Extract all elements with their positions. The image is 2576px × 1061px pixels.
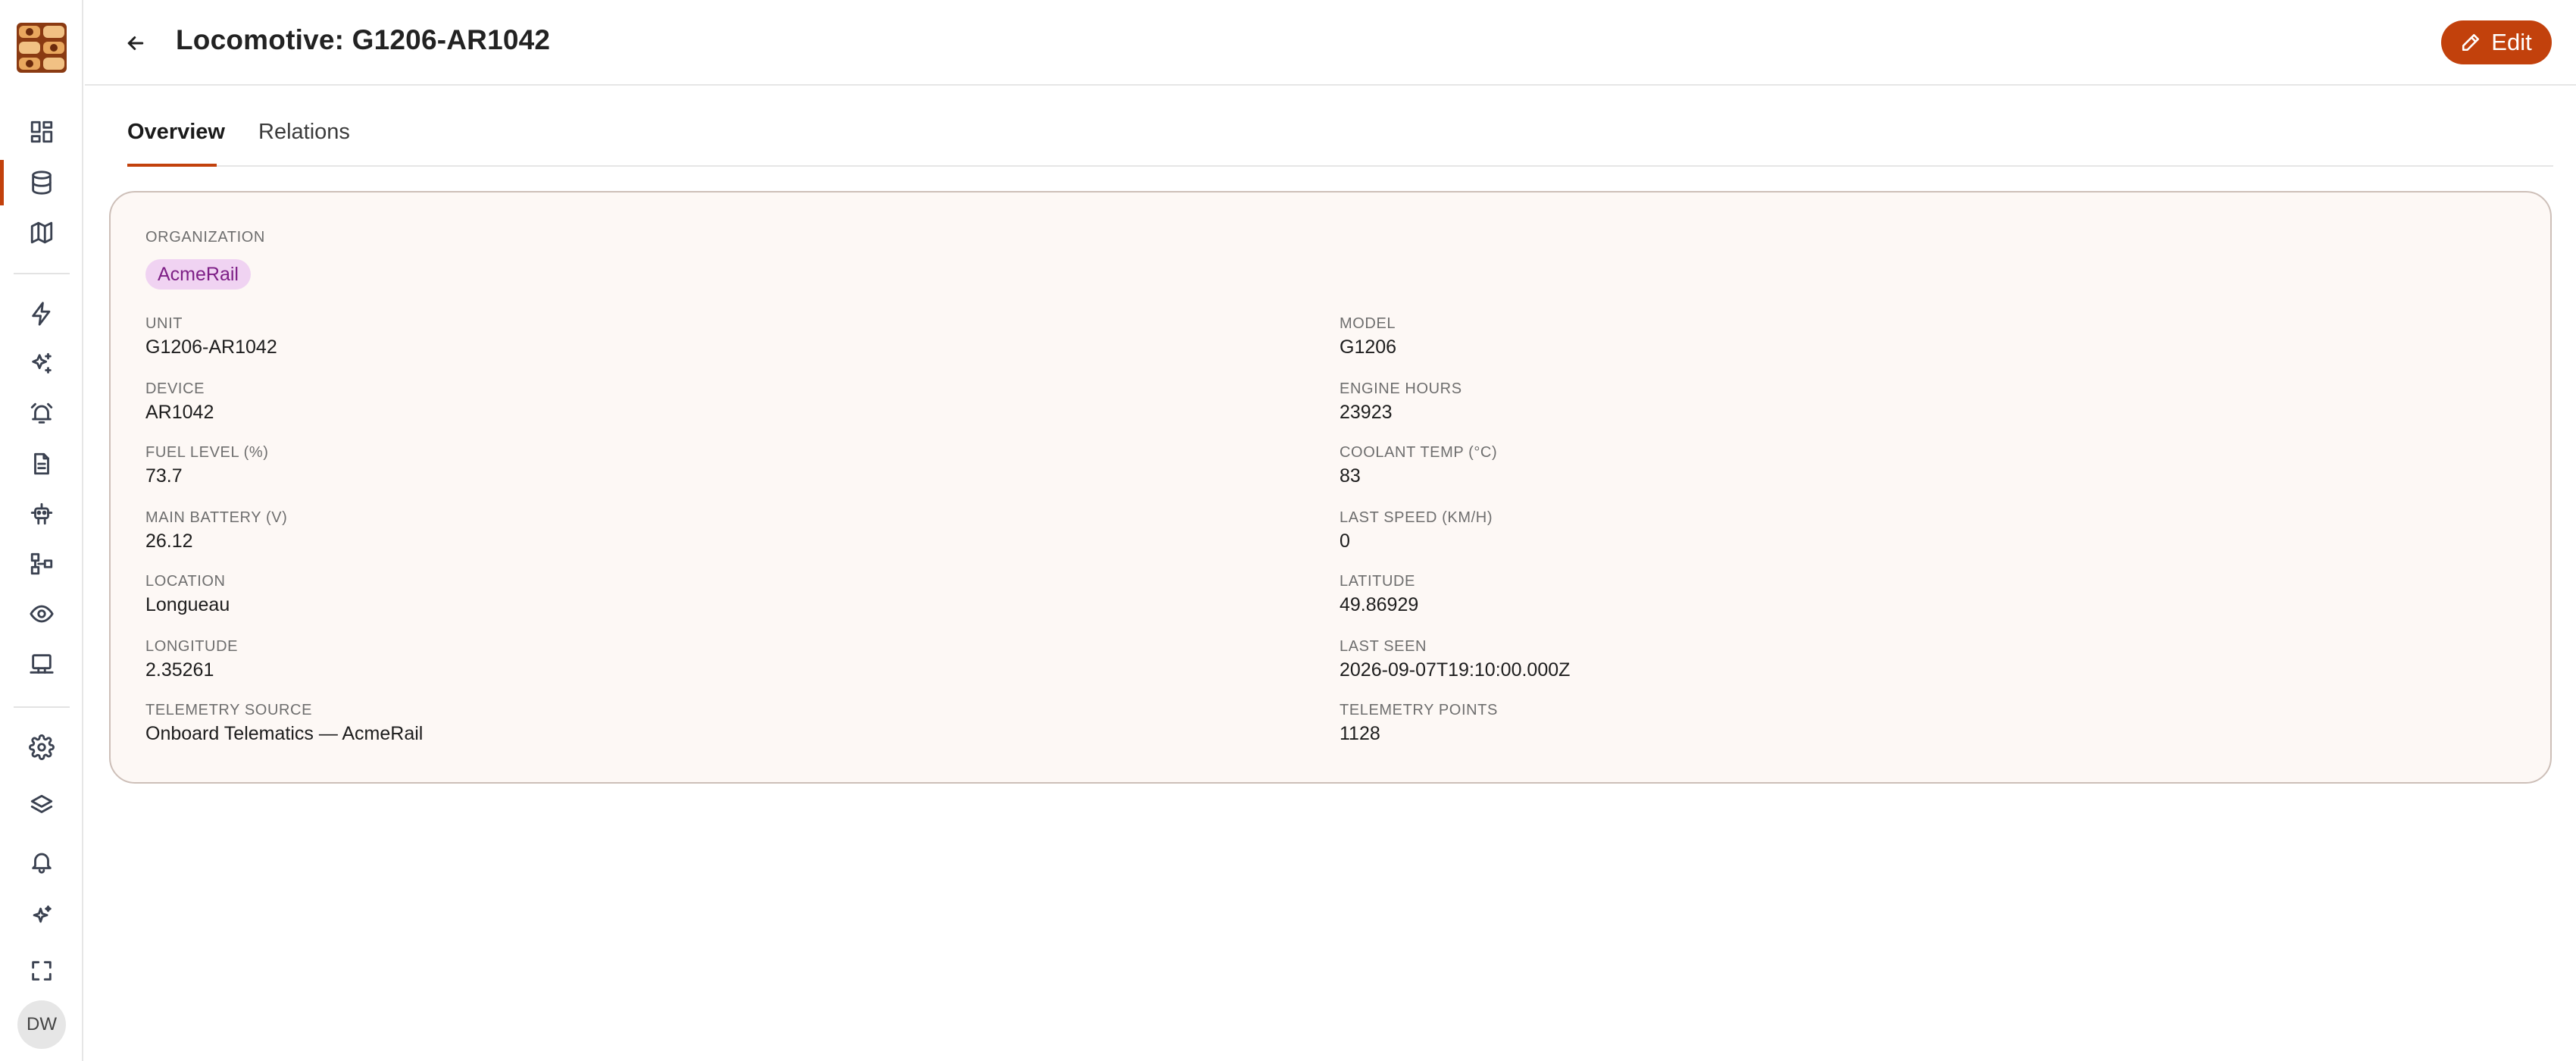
main-battery-value: 26.12 [145,530,193,552]
location-value: Longueau [145,594,230,615]
edit-button-label: Edit [2491,29,2532,55]
overview-card: ORGANIZATION AcmeRail UNIT G1206-AR1042 … [109,191,2552,784]
pencil-icon [2462,33,2480,52]
terminal-icon[interactable] [27,649,57,679]
active-nav-indicator [0,160,4,205]
last-speed-label: LAST SPEED (KM/H) [1340,509,1493,526]
bell-icon[interactable] [27,847,57,877]
last-seen-value: 2026-09-07T19:10:00.000Z [1340,659,1571,681]
organization-chip[interactable]: AcmeRail [145,259,251,290]
engine-hours-label: ENGINE HOURS [1340,380,1462,397]
layers-icon[interactable] [27,790,57,821]
longitude-label: LONGITUDE [145,638,239,655]
latitude-label: LATITUDE [1340,573,1415,590]
map-icon[interactable] [27,218,57,248]
model-value: G1206 [1340,336,1397,358]
active-tab-underline [127,164,217,167]
coolant-temp-label: COOLANT TEMP (°C) [1340,444,1498,461]
device-value: AR1042 [145,402,214,423]
document-icon[interactable] [27,449,57,479]
dashboard-icon[interactable] [27,117,57,147]
main-battery-label: MAIN BATTERY (V) [145,509,288,526]
avatar[interactable]: DW [17,1000,66,1049]
sparkles-icon[interactable] [27,349,57,379]
last-seen-label: LAST SEEN [1340,638,1427,655]
arrow-left-icon [127,36,144,50]
gear-icon[interactable] [27,732,57,762]
location-label: LOCATION [145,573,226,590]
sidebar-divider [14,706,70,708]
workflow-icon[interactable] [27,549,57,579]
coolant-temp-value: 83 [1340,465,1361,487]
engine-hours-value: 23923 [1340,402,1393,423]
telemetry-source-value: Onboard Telematics — AcmeRail [145,723,424,744]
page-header: Locomotive: G1206-AR1042 Edit [85,0,2576,86]
app-logo[interactable] [17,23,67,73]
tab-bar: Overview Relations [127,106,2553,167]
page-title: Locomotive: G1206-AR1042 [176,24,551,55]
sidebar: DW [0,0,83,1061]
telemetry-source-label: TELEMETRY SOURCE [145,702,313,718]
tab-overview[interactable]: Overview [127,120,225,145]
telemetry-points-label: TELEMETRY POINTS [1340,702,1498,718]
model-label: MODEL [1340,315,1396,332]
latitude-value: 49.86929 [1340,594,1419,615]
last-speed-value: 0 [1340,530,1350,552]
lightning-icon[interactable] [27,299,57,329]
longitude-value: 2.35261 [145,659,214,681]
fullscreen-icon[interactable] [27,956,57,986]
fuel-level-value: 73.7 [145,465,183,487]
tab-relations[interactable]: Relations [258,120,350,145]
organization-label: ORGANIZATION [145,229,265,246]
alarm-icon[interactable] [27,399,57,429]
database-icon[interactable] [27,167,57,198]
back-button[interactable] [117,24,155,62]
sidebar-divider [14,273,70,274]
unit-label: UNIT [145,315,183,332]
telemetry-points-value: 1128 [1340,723,1380,744]
robot-icon[interactable] [27,499,57,529]
edit-button[interactable]: Edit [2441,20,2552,64]
unit-value: G1206-AR1042 [145,336,277,358]
eye-icon[interactable] [27,599,57,629]
fuel-level-label: FUEL LEVEL (%) [145,444,269,461]
magic-icon[interactable] [27,901,57,931]
device-label: DEVICE [145,380,205,397]
